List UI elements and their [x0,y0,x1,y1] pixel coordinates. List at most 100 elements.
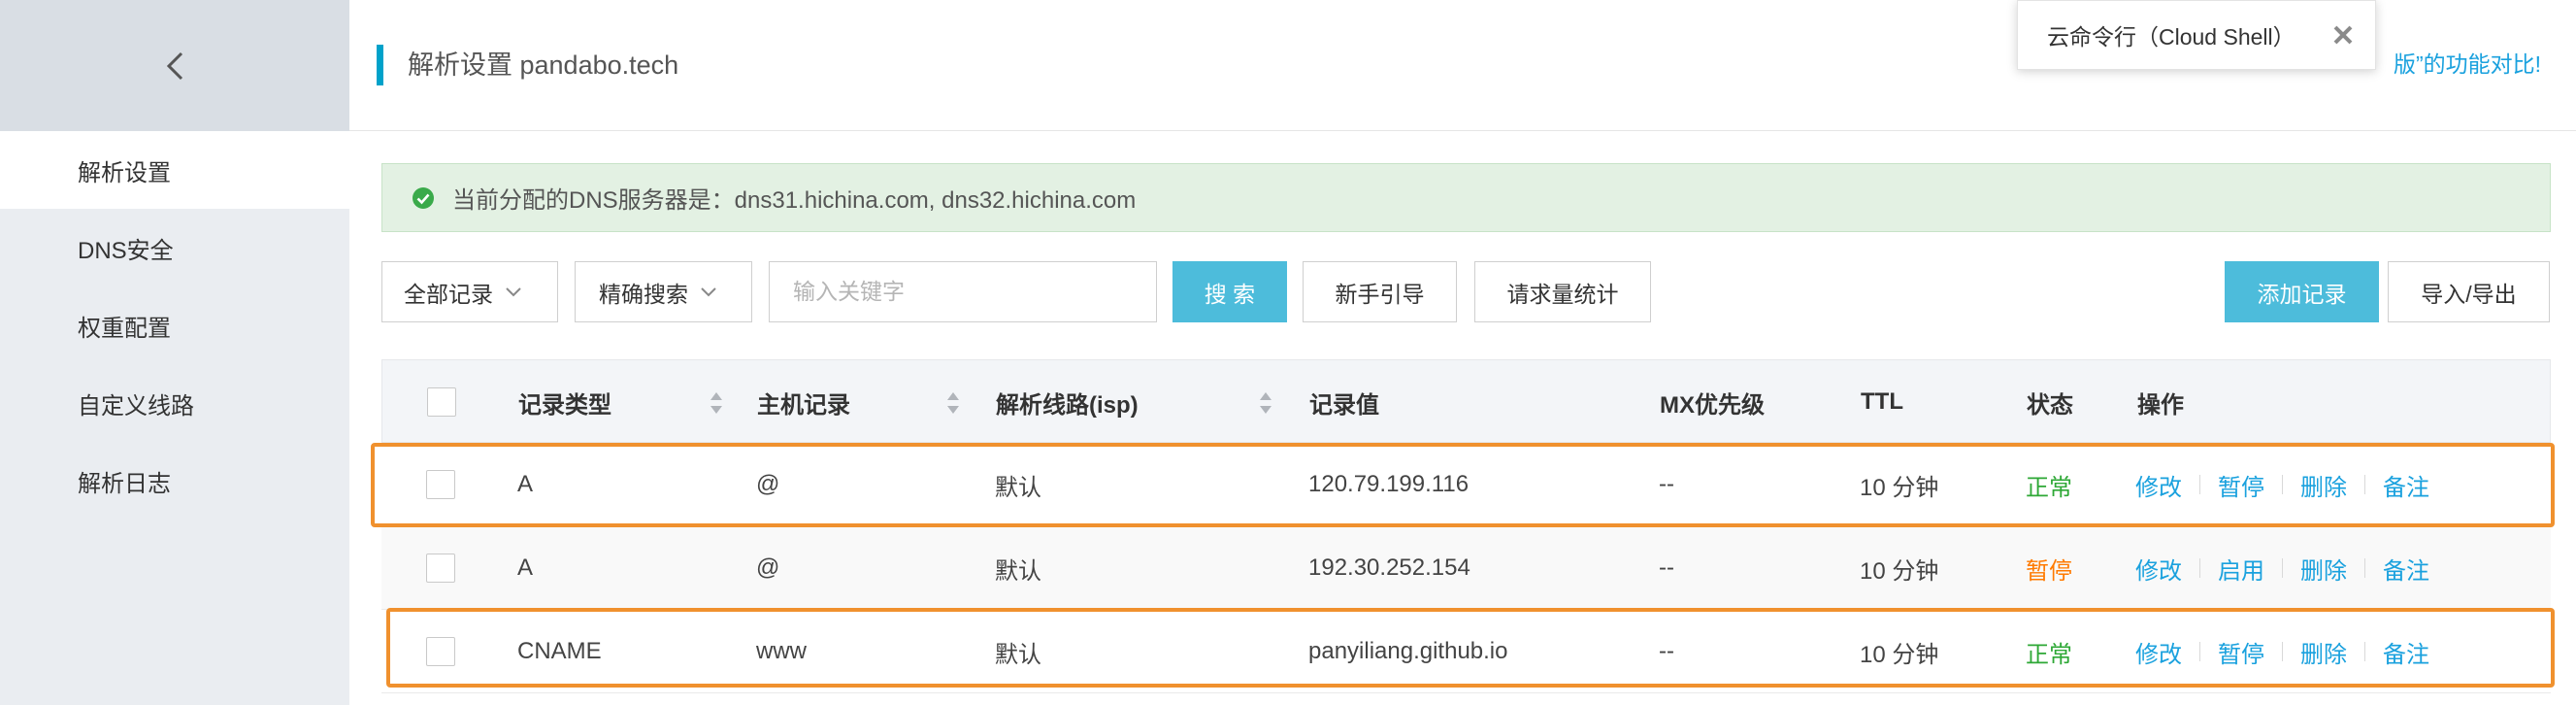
search-button-label: 搜 索 [1204,281,1256,307]
record-value: panyiliang.github.io [1308,638,1508,664]
column-header-host: 主机记录 [757,391,850,419]
row-checkbox[interactable] [426,554,455,583]
stats-button-label: 请求量统计 [1506,281,1619,307]
sidebar-item-label: 解析日志 [78,470,171,497]
dns-server-notice: 当前分配的DNS服务器是：dns31.hichina.com, dns32.hi… [381,163,2551,232]
record-value: 120.79.199.116 [1308,471,1470,497]
column-header-type: 记录类型 [518,391,611,419]
column-header-line: 解析线路(isp) [996,391,1139,419]
feature-compare-link[interactable]: 版”的功能对比! [2394,47,2541,82]
sidebar-item-label: DNS安全 [78,237,174,264]
divider [2364,642,2365,661]
mx-priority: -- [1659,638,1674,664]
sidebar: 解析设置 DNS安全 权重配置 自定义线路 解析日志 [0,0,349,705]
record-type: A [517,471,534,497]
note-link[interactable]: 备注 [2383,468,2429,502]
record-type: CNAME [517,638,602,664]
column-header-status: 状态 [2027,391,2073,419]
edit-link[interactable]: 修改 [2135,635,2182,669]
delete-link[interactable]: 删除 [2300,552,2347,586]
column-header-actions: 操作 [2137,391,2184,419]
resolution-line: 默认 [995,474,1041,501]
sort-icon[interactable] [709,390,724,416]
page-title: 解析设置 pandabo.tech [408,50,679,80]
divider [2282,475,2283,494]
stats-button[interactable]: 请求量统计 [1474,261,1651,322]
import-export-button[interactable]: 导入/导出 [2388,261,2550,322]
ttl-value: 10 分钟 [1860,474,1939,501]
record-value: 192.30.252.154 [1308,554,1470,581]
add-record-button[interactable]: 添加记录 [2225,261,2379,322]
delete-link[interactable]: 删除 [2300,468,2347,502]
note-link[interactable]: 备注 [2383,635,2429,669]
pause-link[interactable]: 暂停 [2218,635,2264,669]
divider [2364,475,2365,494]
search-mode-value: 精确搜索 [599,281,688,307]
sort-icon[interactable] [1258,390,1273,416]
pause-link[interactable]: 暂停 [2218,468,2264,502]
ttl-value: 10 分钟 [1860,641,1939,668]
host-record: www [756,638,807,664]
status-badge: 正常 [2026,474,2072,501]
table-row: A @ 默认 192.30.252.154 -- 10 分钟 暂停 修改 启用 … [381,526,2551,610]
enable-link[interactable]: 启用 [2218,552,2264,586]
chevron-down-icon [506,286,521,296]
title-accent-bar [377,45,383,85]
cloud-shell-popup: 云命令行（Cloud Shell） [2017,0,2376,70]
column-header-mx: MX优先级 [1660,391,1765,419]
sidebar-item-custom-line[interactable]: 自定义线路 [0,364,349,442]
delete-link[interactable]: 删除 [2300,635,2347,669]
record-type: A [517,554,534,581]
mx-priority: -- [1659,471,1674,497]
table-row: A @ 默认 120.79.199.116 -- 10 分钟 正常 修改 暂停 … [381,443,2551,526]
mx-priority: -- [1659,554,1674,581]
status-badge: 暂停 [2026,557,2072,585]
divider [2199,558,2200,578]
search-input[interactable] [769,261,1157,322]
column-header-value: 记录值 [1309,391,1379,419]
check-circle-icon [413,186,434,209]
ttl-value: 10 分钟 [1860,557,1939,585]
cloud-shell-label[interactable]: 云命令行（Cloud Shell） [2047,18,2295,51]
resolution-line: 默认 [995,641,1041,668]
search-mode-select[interactable]: 精确搜索 [575,261,752,322]
record-filter-select[interactable]: 全部记录 [381,261,558,322]
resolution-line: 默认 [995,557,1041,585]
sidebar-item-weight-config[interactable]: 权重配置 [0,286,349,364]
host-record: @ [756,554,780,581]
column-header-ttl: TTL [1861,388,1903,415]
edit-link[interactable]: 修改 [2135,468,2182,502]
chevron-down-icon [701,286,716,296]
note-link[interactable]: 备注 [2383,552,2429,586]
divider [2282,558,2283,578]
records-table-header: 记录类型 主机记录 解析线路(isp) 记录值 MX优先级 TTL 状态 操作 [381,359,2551,443]
sidebar-header [0,0,349,131]
sidebar-item-label: 解析设置 [78,159,171,186]
guide-button[interactable]: 新手引导 [1303,261,1457,322]
sidebar-item-dns-settings[interactable]: 解析设置 [0,131,349,209]
search-button[interactable]: 搜 索 [1172,261,1287,322]
record-filter-value: 全部记录 [404,281,493,307]
row-actions: 修改 启用 删除 备注 [2135,526,2429,610]
divider [2282,642,2283,661]
table-row: CNAME www 默认 panyiliang.github.io -- 10 … [381,610,2551,693]
guide-button-label: 新手引导 [1335,281,1425,307]
row-checkbox[interactable] [426,637,455,666]
edit-link[interactable]: 修改 [2135,552,2182,586]
divider [2199,475,2200,494]
host-record: @ [756,471,780,497]
close-icon [2333,25,2353,45]
sort-icon[interactable] [945,390,961,416]
sidebar-item-dns-log[interactable]: 解析日志 [0,442,349,520]
row-actions: 修改 暂停 删除 备注 [2135,443,2429,526]
close-button[interactable] [2327,18,2360,51]
status-badge: 正常 [2026,641,2072,668]
divider [2364,558,2365,578]
sidebar-item-dns-security[interactable]: DNS安全 [0,209,349,286]
back-button[interactable] [146,39,204,92]
import-export-label: 导入/导出 [2421,281,2517,307]
row-checkbox[interactable] [426,470,455,499]
divider [2199,642,2200,661]
select-all-checkbox[interactable] [427,387,456,417]
chevron-left-icon [166,51,183,80]
